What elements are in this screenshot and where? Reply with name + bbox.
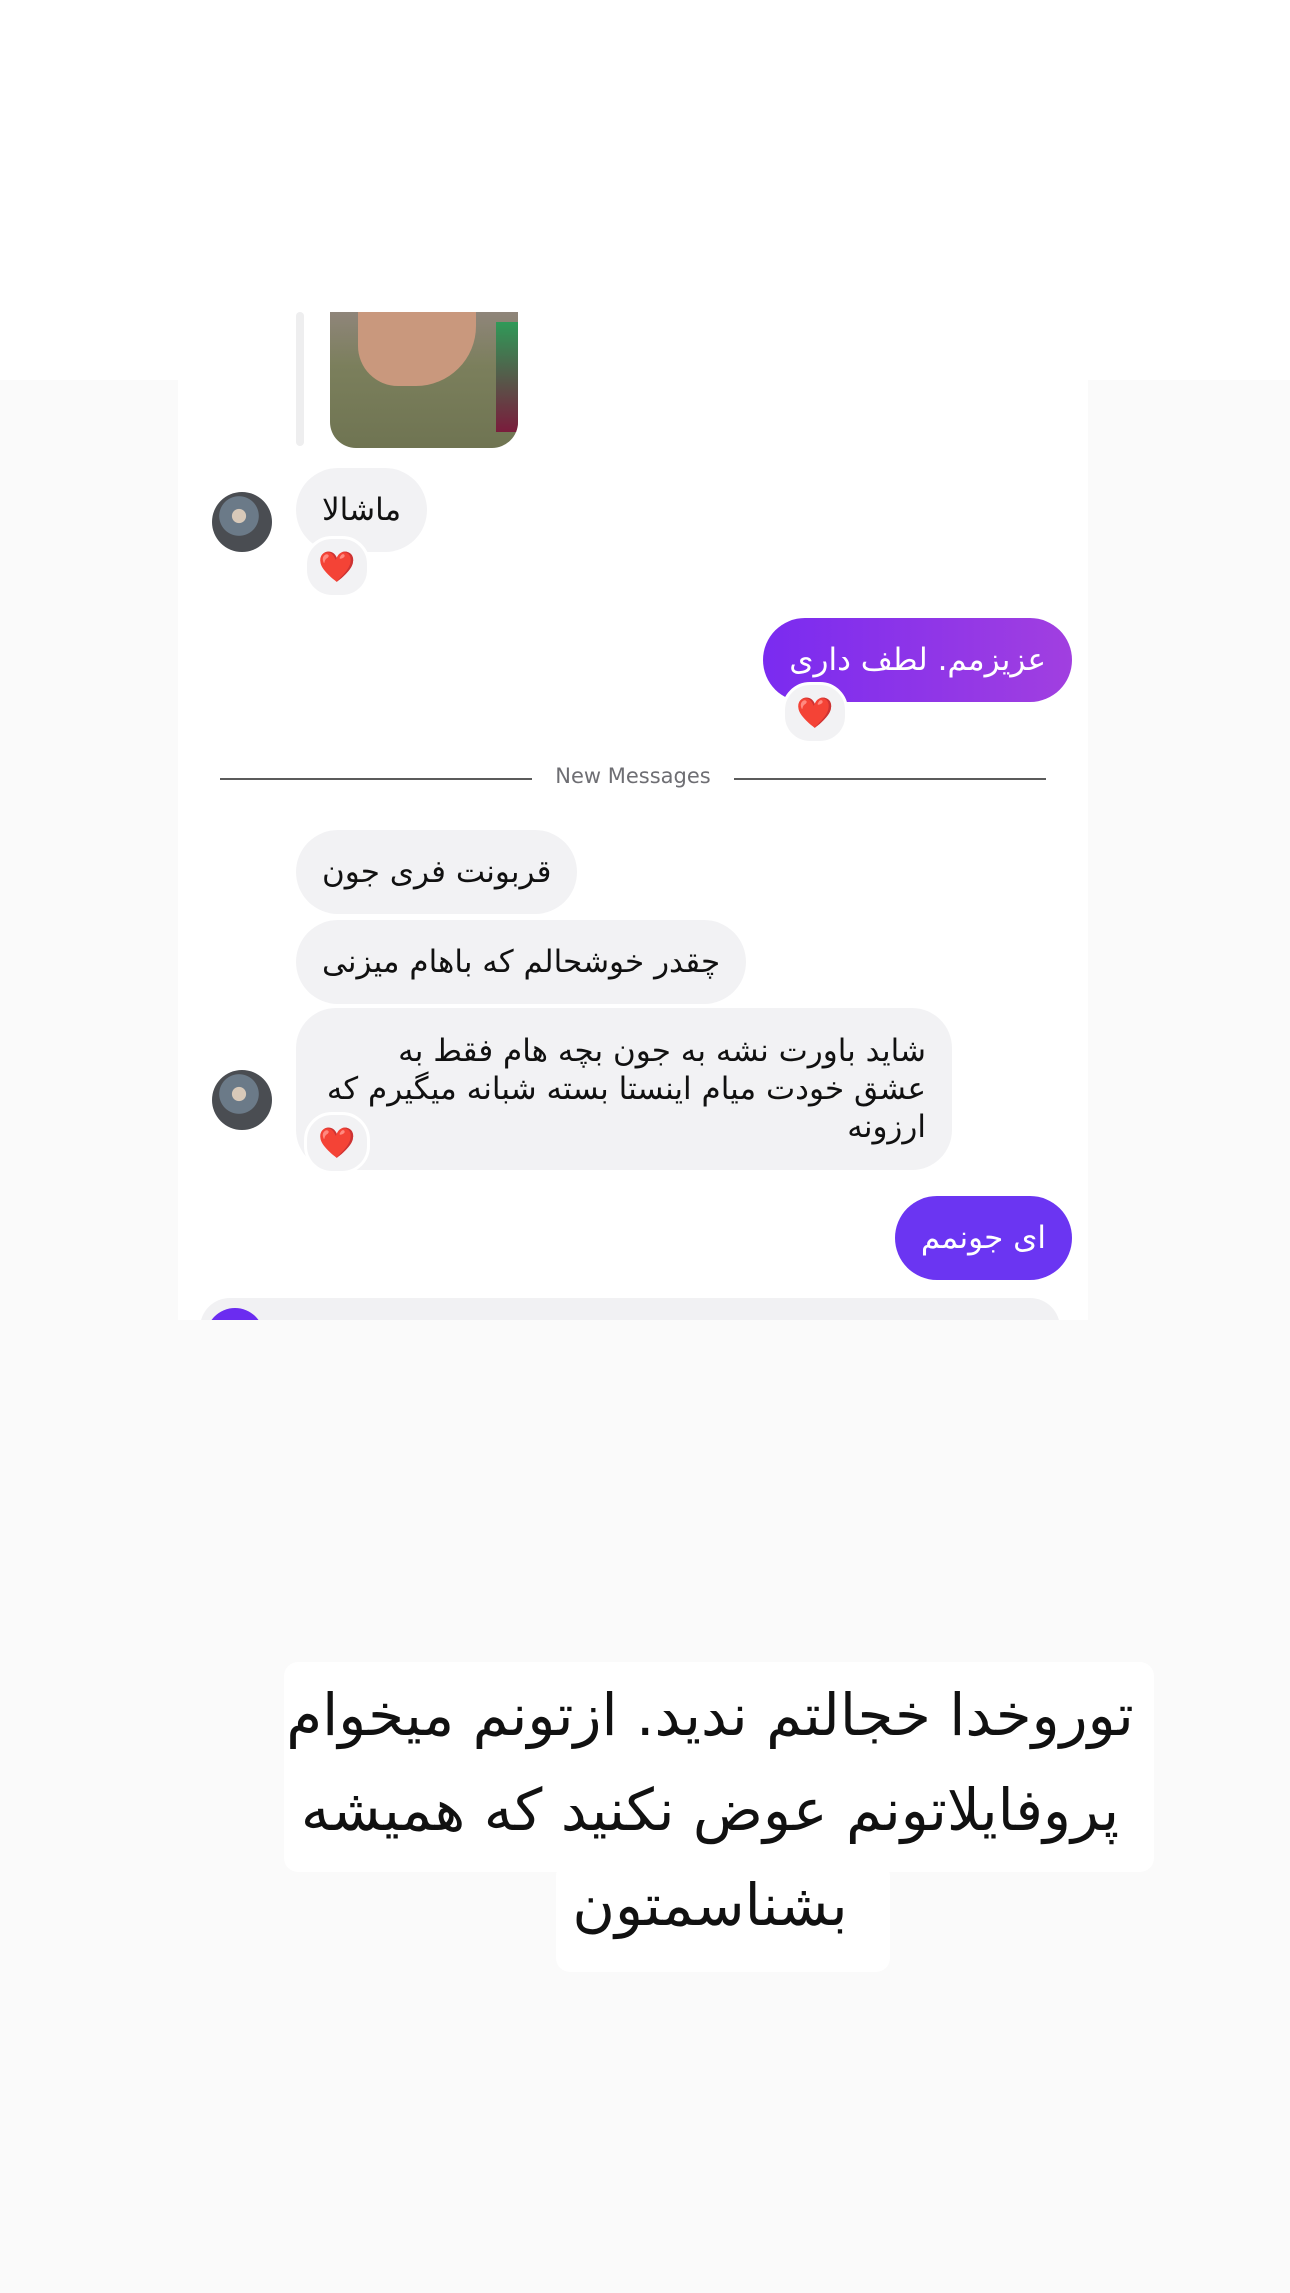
message-bubble-incoming[interactable]: چقدر خوشحالم که باهام میزنی bbox=[296, 920, 747, 1004]
message-composer[interactable] bbox=[200, 1298, 1060, 1320]
story-caption: توروخدا خجالتم ندید. ازتونم میخوام پروفا… bbox=[286, 1681, 1134, 1939]
avatar[interactable] bbox=[212, 492, 272, 552]
message-bubble-incoming[interactable]: ماشالا bbox=[296, 468, 428, 552]
avatar[interactable] bbox=[212, 1070, 272, 1130]
heart-icon[interactable]: ❤️ bbox=[304, 536, 370, 598]
message-bubble-incoming[interactable]: قربونت فری جون bbox=[296, 830, 578, 914]
new-messages-divider: New Messages bbox=[555, 764, 711, 788]
divider-line-right bbox=[734, 778, 1046, 780]
message-bubble-outgoing[interactable]: ای جونمم bbox=[894, 1196, 1072, 1280]
chat-screenshot: ماشالا ❤️ عزیزمم. لطف داری ❤️ New Messag… bbox=[178, 312, 1088, 1320]
heart-icon[interactable]: ❤️ bbox=[782, 682, 848, 744]
shared-photo[interactable] bbox=[330, 312, 518, 448]
heart-icon[interactable]: ❤️ bbox=[304, 1112, 370, 1174]
reply-indicator-bar bbox=[296, 312, 304, 446]
message-bubble-incoming[interactable]: شاید باورت نشه به جون بچه هام فقط به عشق… bbox=[296, 1008, 952, 1170]
